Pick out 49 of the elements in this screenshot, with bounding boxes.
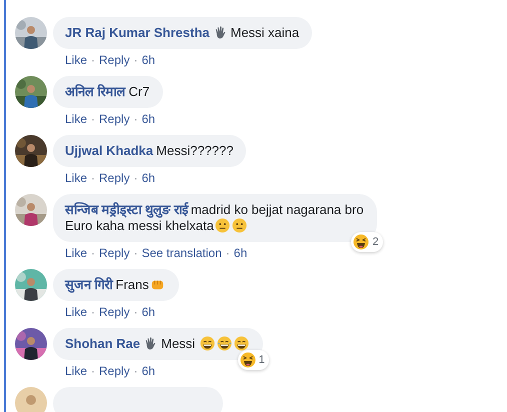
commenter-name[interactable]: JR Raj Kumar Shrestha — [65, 25, 210, 40]
action-link[interactable]: Reply — [99, 112, 130, 127]
comment-text: Messi?????? — [156, 143, 234, 158]
reaction-count: 1 — [258, 354, 265, 366]
timestamp: 6h — [234, 246, 248, 261]
comment-text: Euro kaha messi khelxata — [65, 218, 214, 233]
separator-dot: · — [134, 305, 138, 320]
timestamp: 6h — [142, 53, 156, 68]
comment-text: Cr7 — [128, 84, 150, 99]
separator-dot: · — [134, 246, 138, 261]
commenter-name[interactable]: Shohan Rae — [65, 336, 140, 351]
separator-dot: · — [134, 364, 138, 379]
comment-text: Messi — [161, 336, 196, 351]
action-link[interactable]: Reply — [99, 246, 130, 261]
separator-dot: · — [134, 53, 138, 68]
commenter-name[interactable]: सन्जिब मड्रीड्स्टा थुलुङ राई — [65, 202, 188, 217]
reaction-count: 2 — [372, 236, 379, 248]
action-link[interactable]: Reply — [99, 364, 130, 379]
action-link[interactable]: Reply — [99, 171, 130, 186]
reaction-badge[interactable]: 2 — [351, 232, 383, 252]
separator-dot: · — [91, 364, 96, 379]
action-link[interactable]: Like — [65, 364, 88, 379]
timestamp: 6h — [142, 364, 156, 379]
action-link[interactable]: Reply — [99, 305, 130, 320]
comment-text: Frans — [116, 277, 149, 292]
timestamp: 6h — [142, 171, 156, 186]
timestamp: 6h — [142, 305, 156, 320]
action-link[interactable]: See translation — [142, 246, 222, 261]
separator-dot: · — [91, 112, 96, 127]
action-link[interactable]: Like — [65, 305, 88, 320]
commenter-name[interactable]: सुजन गिरी — [65, 277, 113, 292]
reaction-badge[interactable]: 1 — [238, 350, 269, 370]
separator-dot: · — [134, 112, 138, 127]
action-link[interactable]: Like — [65, 246, 88, 261]
separator-dot: · — [91, 171, 96, 186]
comment-text: madrid ko bejjat nagarana bro — [190, 202, 364, 217]
comment-text: Messi xaina — [230, 25, 300, 40]
action-link[interactable]: Like — [65, 53, 88, 68]
separator-dot: · — [91, 53, 96, 68]
separator-dot: · — [91, 246, 96, 261]
timestamp: 6h — [142, 112, 156, 127]
separator-dot: · — [134, 171, 138, 186]
separator-dot: · — [91, 305, 96, 320]
commenter-name[interactable]: Ujjwal Khadka — [65, 143, 154, 158]
action-link[interactable]: Like — [65, 171, 88, 186]
commenter-name[interactable]: अनिल रिमाल — [65, 84, 126, 99]
action-link[interactable]: Like — [65, 112, 88, 127]
separator-dot: · — [226, 246, 230, 261]
action-link[interactable]: Reply — [99, 53, 130, 68]
